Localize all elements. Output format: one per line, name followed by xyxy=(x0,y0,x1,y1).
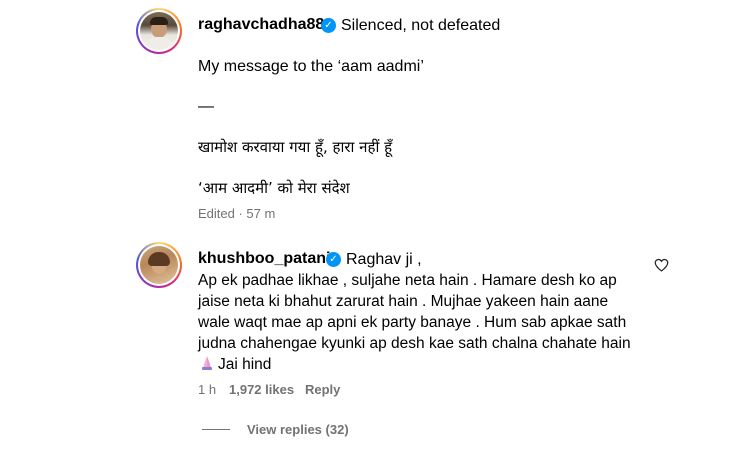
reply-button[interactable]: Reply xyxy=(305,382,340,397)
comment-body-line: wale waqt mae ap apni ek party banaye . … xyxy=(198,314,627,331)
commenter-avatar[interactable] xyxy=(136,242,182,288)
caption-line-3: ‘आम आदमी’ को मेरा संदेश xyxy=(198,179,350,197)
comment-body-line: Ap ek padhae likhae , suljahe neta hain … xyxy=(198,272,617,289)
verified-badge-icon: ✓ xyxy=(321,18,336,33)
comment-body-line: Jai hind xyxy=(218,356,272,373)
folded-hands-emoji-icon xyxy=(202,356,212,370)
replies-divider xyxy=(202,429,230,430)
caption-line-1: My message to the ‘aam aadmi’ xyxy=(198,58,424,75)
verified-badge-icon: ✓ xyxy=(326,252,341,267)
caption-first-line: Silenced, not defeated xyxy=(341,17,501,34)
caption-line-2: खामोश करवाया गया हूँ, हारा नहीं हूँ xyxy=(198,138,393,156)
author-avatar[interactable] xyxy=(136,8,182,54)
comment-time: 1 h xyxy=(198,382,217,397)
comment-first-line: Raghav ji , xyxy=(346,251,422,268)
comment-body-line: judna chahengae kyunki ap desh kae sath … xyxy=(198,335,631,352)
caption-separator: — xyxy=(198,98,214,115)
comment-body-line: jaise neta ki bhahut zarurat hain . Mujh… xyxy=(198,293,609,310)
commenter-username[interactable]: khushboo_patani xyxy=(198,250,330,268)
view-replies-button[interactable]: View replies (32) xyxy=(247,422,349,437)
author-username[interactable]: raghavchadha88 xyxy=(198,16,324,34)
edited-timestamp: Edited · 57 m xyxy=(198,206,276,221)
comment-likes[interactable]: 1,972 likes xyxy=(229,382,294,397)
like-heart-icon[interactable] xyxy=(654,258,669,272)
